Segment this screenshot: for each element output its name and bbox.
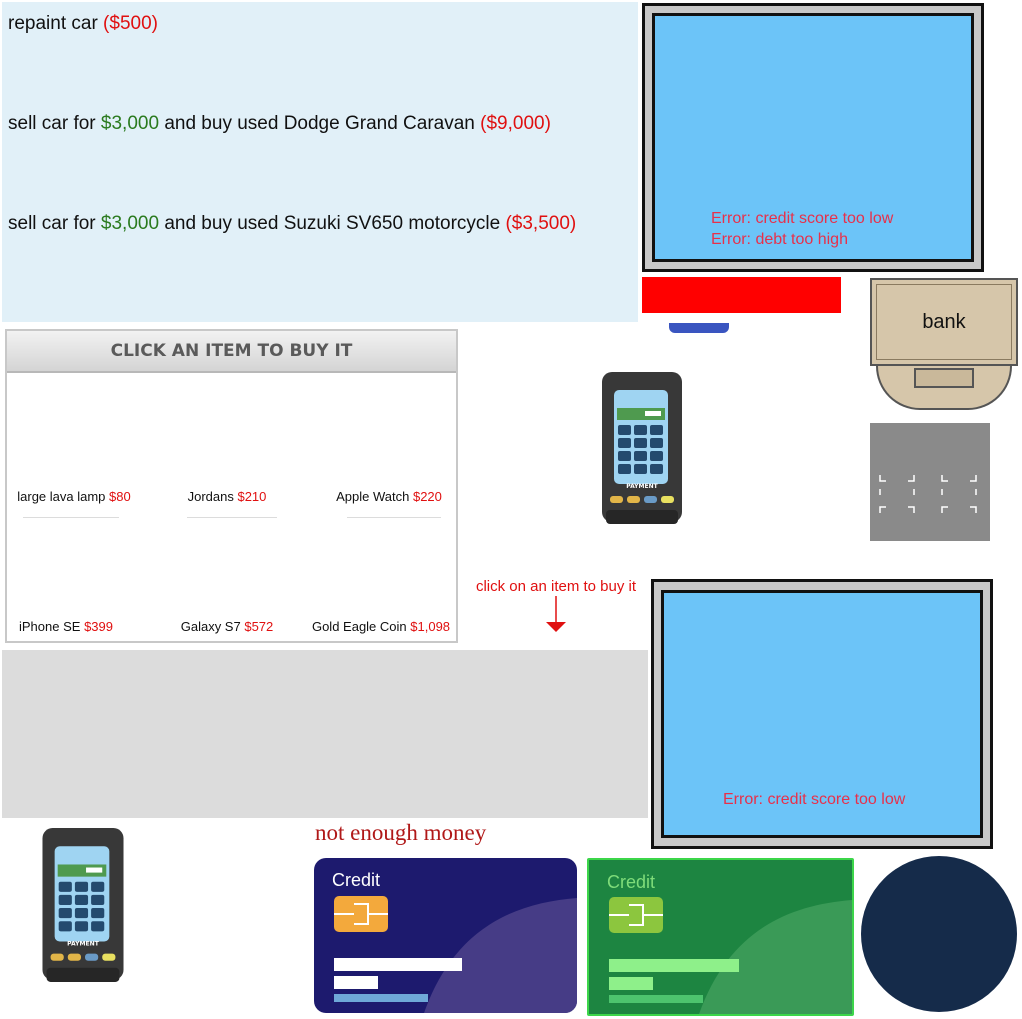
card-label: Credit (607, 872, 656, 892)
store-item-apple-watch[interactable]: Apple Watch $220 (314, 489, 464, 504)
payment-terminal-icon[interactable]: PAYMENT (600, 370, 684, 526)
option-label: sell car for (8, 113, 101, 134)
option-gain: $3,000 (100, 113, 160, 134)
card-chip-icon (334, 896, 388, 932)
option-gain: $3,000 (100, 213, 160, 234)
option-buy-caravan[interactable]: sell car for $3,000 and buy used Dodge G… (8, 113, 551, 135)
bottom-monitor-screen: Error: credit score too low (661, 590, 983, 838)
credit-card-blue[interactable]: Credit (314, 858, 577, 1013)
arrow-down-icon (546, 596, 566, 632)
store-item-iphone-se[interactable]: iPhone SE $399 (0, 619, 141, 634)
error-message: Error: debt too high (711, 231, 848, 248)
item-price: $80 (109, 489, 131, 504)
keypad-panel (870, 423, 990, 541)
blue-tab (669, 323, 729, 333)
keypad-brackets-icon (879, 475, 977, 513)
red-bar (642, 277, 841, 313)
divider (347, 517, 441, 518)
option-label: sell car for (8, 213, 101, 234)
store-item-jordans[interactable]: Jordans $210 (152, 489, 302, 504)
card-name-bar (334, 976, 378, 989)
card-detail-bar (334, 994, 428, 1002)
car-options-panel: repaint car ($500) sell car for $3,000 a… (2, 2, 638, 322)
card-chip-icon (609, 897, 663, 933)
card-detail-bar (609, 995, 703, 1003)
card-number-bar (609, 959, 739, 972)
bottom-monitor: Error: credit score too low (651, 579, 993, 849)
item-name: large lava lamp (17, 489, 106, 504)
option-buy-motorcycle[interactable]: sell car for $3,000 and buy used Suzuki … (8, 213, 576, 235)
card-label: Credit (332, 870, 381, 890)
item-name: Jordans (187, 489, 234, 504)
item-name: Galaxy S7 (180, 619, 241, 634)
bank-window (914, 368, 974, 388)
card-name-bar (609, 977, 653, 990)
gray-panel (2, 650, 648, 818)
item-name: Gold Eagle Coin (311, 619, 407, 634)
not-enough-money-message: not enough money (315, 820, 487, 845)
option-cost: ($3,500) (505, 213, 577, 234)
terminal-label: PAYMENT (67, 941, 100, 948)
item-price: $220 (412, 489, 442, 504)
dark-circle-button[interactable] (861, 856, 1017, 1012)
option-label: and buy used Suzuki SV650 motorcycle (159, 213, 506, 234)
option-label: repaint car (8, 13, 104, 34)
option-repaint-car[interactable]: repaint car ($500) (8, 13, 158, 35)
item-price: $572 (244, 619, 274, 634)
bank-sign[interactable]: bank (870, 278, 1018, 366)
top-monitor: Error: credit score too low Error: debt … (642, 3, 984, 272)
bank-label: bank (876, 284, 1012, 360)
error-message: Error: credit score too low (723, 791, 906, 808)
terminal-label: PAYMENT (626, 483, 658, 490)
top-monitor-screen: Error: credit score too low Error: debt … (652, 13, 974, 262)
item-name: Apple Watch (336, 489, 410, 504)
item-price: $210 (237, 489, 267, 504)
item-price: $399 (84, 619, 113, 634)
error-message: Error: credit score too low (711, 210, 894, 227)
card-number-bar (334, 958, 462, 971)
store-panel: CLICK AN ITEM TO BUY IT large lava lamp … (5, 329, 458, 643)
item-price: $1,098 (410, 619, 451, 634)
option-label: and buy used Dodge Grand Caravan (159, 113, 481, 134)
store-header: CLICK AN ITEM TO BUY IT (7, 331, 456, 373)
store-item-lava-lamp[interactable]: large lava lamp $80 (0, 489, 149, 504)
option-cost: ($500) (103, 13, 158, 34)
divider (187, 517, 277, 518)
item-name: iPhone SE (19, 619, 81, 634)
credit-card-green[interactable]: Credit (587, 858, 854, 1016)
store-item-galaxy-s7[interactable]: Galaxy S7 $572 (152, 619, 302, 634)
buy-hint: click on an item to buy it (475, 578, 637, 595)
option-cost: ($9,000) (480, 113, 551, 134)
store-item-gold-eagle-coin[interactable]: Gold Eagle Coin $1,098 (306, 619, 456, 634)
divider (23, 517, 119, 518)
payment-terminal-icon[interactable]: PAYMENT (40, 826, 126, 984)
